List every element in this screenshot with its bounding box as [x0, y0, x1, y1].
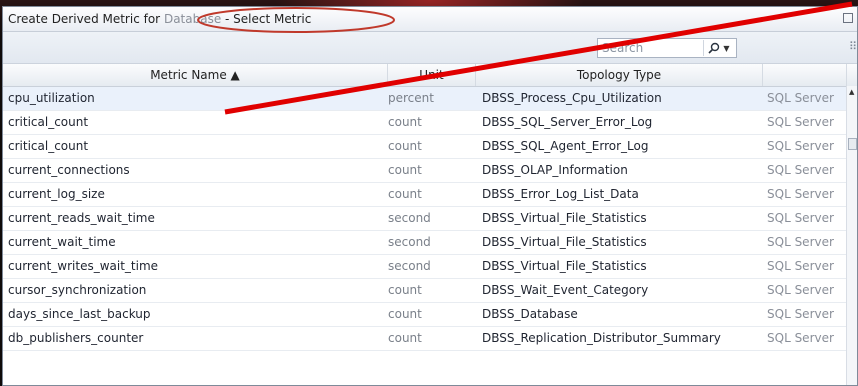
cell-extra: SQL Server [767, 331, 834, 345]
column-header-extra[interactable] [763, 64, 847, 86]
select-metric-dialog: Create Derived Metric for Database - Sel… [2, 6, 858, 386]
cell-extra: SQL Server [767, 91, 834, 105]
vertical-scrollbar[interactable]: ▲ [846, 86, 857, 385]
cell-extra: SQL Server [767, 163, 834, 177]
magnifier-icon [708, 42, 720, 54]
cell-extra: SQL Server [767, 139, 834, 153]
table-row[interactable]: current_writes_wait_time second DBSS_Vir… [3, 255, 857, 279]
cell-topology-type: DBSS_OLAP_Information [482, 163, 628, 177]
cell-metric-name: current_log_size [8, 187, 105, 201]
cell-unit: count [388, 115, 422, 129]
cell-topology-type: DBSS_Virtual_File_Statistics [482, 211, 647, 225]
cell-topology-type: DBSS_Error_Log_List_Data [482, 187, 639, 201]
cell-topology-type: DBSS_Virtual_File_Statistics [482, 259, 647, 273]
search-input[interactable] [598, 40, 706, 56]
table-header: Metric Name ▲ Unit Topology Type [3, 64, 857, 87]
table-row[interactable]: days_since_last_backup count DBSS_Databa… [3, 303, 857, 327]
cell-unit: percent [388, 91, 434, 105]
table-row[interactable]: critical_count count DBSS_SQL_Agent_Erro… [3, 135, 857, 159]
cell-metric-name: critical_count [8, 115, 89, 129]
cell-unit: second [388, 235, 431, 249]
search-button[interactable]: ▼ [703, 40, 734, 56]
cell-metric-name: current_wait_time [8, 235, 116, 249]
table-row[interactable]: current_connections count DBSS_OLAP_Info… [3, 159, 857, 183]
cell-unit: count [388, 163, 422, 177]
cell-topology-type: DBSS_Replication_Distributor_Summary [482, 331, 721, 345]
cell-unit: second [388, 211, 431, 225]
cell-extra: SQL Server [767, 307, 834, 321]
toolbar: ▼ ⠿ [3, 32, 857, 64]
cell-extra: SQL Server [767, 187, 834, 201]
scroll-up-icon[interactable]: ▲ [849, 88, 854, 96]
cell-metric-name: cursor_synchronization [8, 283, 147, 297]
title-suffix: - Select Metric [221, 12, 312, 26]
cell-metric-name: current_writes_wait_time [8, 259, 159, 273]
cell-topology-type: DBSS_Process_Cpu_Utilization [482, 91, 662, 105]
table-row[interactable]: db_publishers_counter count DBSS_Replica… [3, 327, 857, 351]
cell-topology-type: DBSS_SQL_Agent_Error_Log [482, 139, 649, 153]
cell-unit: count [388, 139, 422, 153]
cell-topology-type: DBSS_Wait_Event_Category [482, 283, 649, 297]
cell-extra: SQL Server [767, 211, 834, 225]
cell-metric-name: current_reads_wait_time [8, 211, 155, 225]
dialog-title: Create Derived Metric for Database - Sel… [3, 7, 857, 32]
caret-down-icon: ▼ [723, 43, 730, 53]
cell-metric-name: db_publishers_counter [8, 331, 144, 345]
table-row[interactable]: current_log_size count DBSS_Error_Log_Li… [3, 183, 857, 207]
title-database: Database [163, 12, 222, 26]
table-row[interactable]: cpu_utilization percent DBSS_Process_Cpu… [3, 87, 857, 111]
restore-icon[interactable] [843, 13, 853, 23]
cell-unit: count [388, 283, 422, 297]
scroll-thumb[interactable] [848, 138, 857, 150]
cell-metric-name: current_connections [8, 163, 130, 177]
cell-unit: second [388, 259, 431, 273]
cell-topology-type: DBSS_SQL_Server_Error_Log [482, 115, 653, 129]
table-row[interactable]: cursor_synchronization count DBSS_Wait_E… [3, 279, 857, 303]
title-prefix: Create Derived Metric for [8, 12, 161, 26]
column-header-topology-type[interactable]: Topology Type [476, 64, 763, 86]
cell-metric-name: critical_count [8, 139, 89, 153]
column-header-metric-name[interactable]: Metric Name ▲ [3, 64, 388, 86]
cell-unit: count [388, 331, 422, 345]
cell-topology-type: DBSS_Database [482, 307, 578, 321]
table-row[interactable]: current_reads_wait_time second DBSS_Virt… [3, 207, 857, 231]
cell-extra: SQL Server [767, 259, 834, 273]
table-row[interactable]: current_wait_time second DBSS_Virtual_Fi… [3, 231, 857, 255]
cell-extra: SQL Server [767, 283, 834, 297]
cell-extra: SQL Server [767, 235, 834, 249]
cell-unit: count [388, 307, 422, 321]
cell-metric-name: days_since_last_backup [8, 307, 151, 321]
metric-table: Metric Name ▲ Unit Topology Type cpu_uti… [3, 64, 857, 385]
grip-icon[interactable]: ⠿ [849, 40, 857, 53]
cell-metric-name: cpu_utilization [8, 91, 95, 105]
column-header-spacer [847, 64, 857, 86]
table-row[interactable]: critical_count count DBSS_SQL_Server_Err… [3, 111, 857, 135]
cell-topology-type: DBSS_Virtual_File_Statistics [482, 235, 647, 249]
cell-unit: count [388, 187, 422, 201]
search-box: ▼ [597, 38, 737, 58]
column-header-unit[interactable]: Unit [388, 64, 476, 86]
cell-extra: SQL Server [767, 115, 834, 129]
